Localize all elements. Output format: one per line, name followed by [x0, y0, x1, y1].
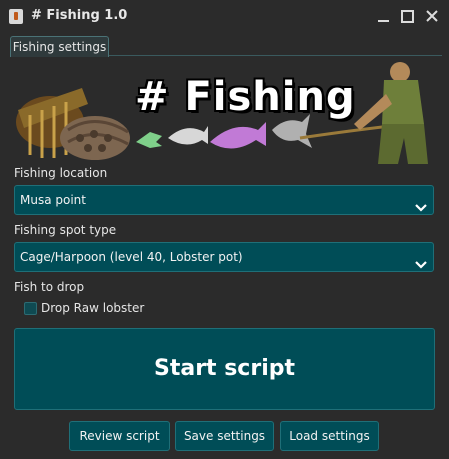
banner-title: # Fishing — [135, 74, 356, 120]
drop-raw-lobster-checkbox[interactable] — [24, 302, 37, 315]
tab-fishing-settings[interactable]: Fishing settings — [10, 36, 109, 57]
java-app-icon — [9, 9, 23, 24]
drop-raw-lobster-label: Drop Raw lobster — [41, 301, 145, 315]
lobster-pot-icon — [16, 88, 130, 160]
title-bar: # Fishing 1.0 — [0, 0, 449, 33]
save-settings-button[interactable]: Save settings — [175, 421, 274, 451]
fishing-location-value: Musa point — [20, 193, 86, 207]
review-script-button[interactable]: Review script — [69, 421, 170, 451]
load-settings-button[interactable]: Load settings — [280, 421, 379, 451]
fishing-spot-type-label: Fishing spot type — [14, 223, 117, 237]
fishing-spot-type-value: Cage/Harpoon (level 40, Lobster pot) — [20, 250, 243, 264]
fishing-location-select[interactable]: Musa point — [14, 185, 434, 215]
fish-to-drop-label: Fish to drop — [14, 280, 85, 294]
minimize-icon[interactable] — [373, 5, 395, 27]
start-script-button[interactable]: Start script — [14, 328, 435, 410]
close-icon[interactable] — [421, 5, 443, 27]
fishing-spot-type-select[interactable]: Cage/Harpoon (level 40, Lobster pot) — [14, 242, 434, 272]
maximize-icon[interactable] — [396, 5, 418, 27]
window-title: # Fishing 1.0 — [31, 8, 128, 23]
fisherman-icon — [354, 62, 428, 164]
chevron-down-icon — [415, 252, 427, 269]
fishing-location-label: Fishing location — [14, 166, 108, 180]
chevron-down-icon — [415, 195, 427, 212]
